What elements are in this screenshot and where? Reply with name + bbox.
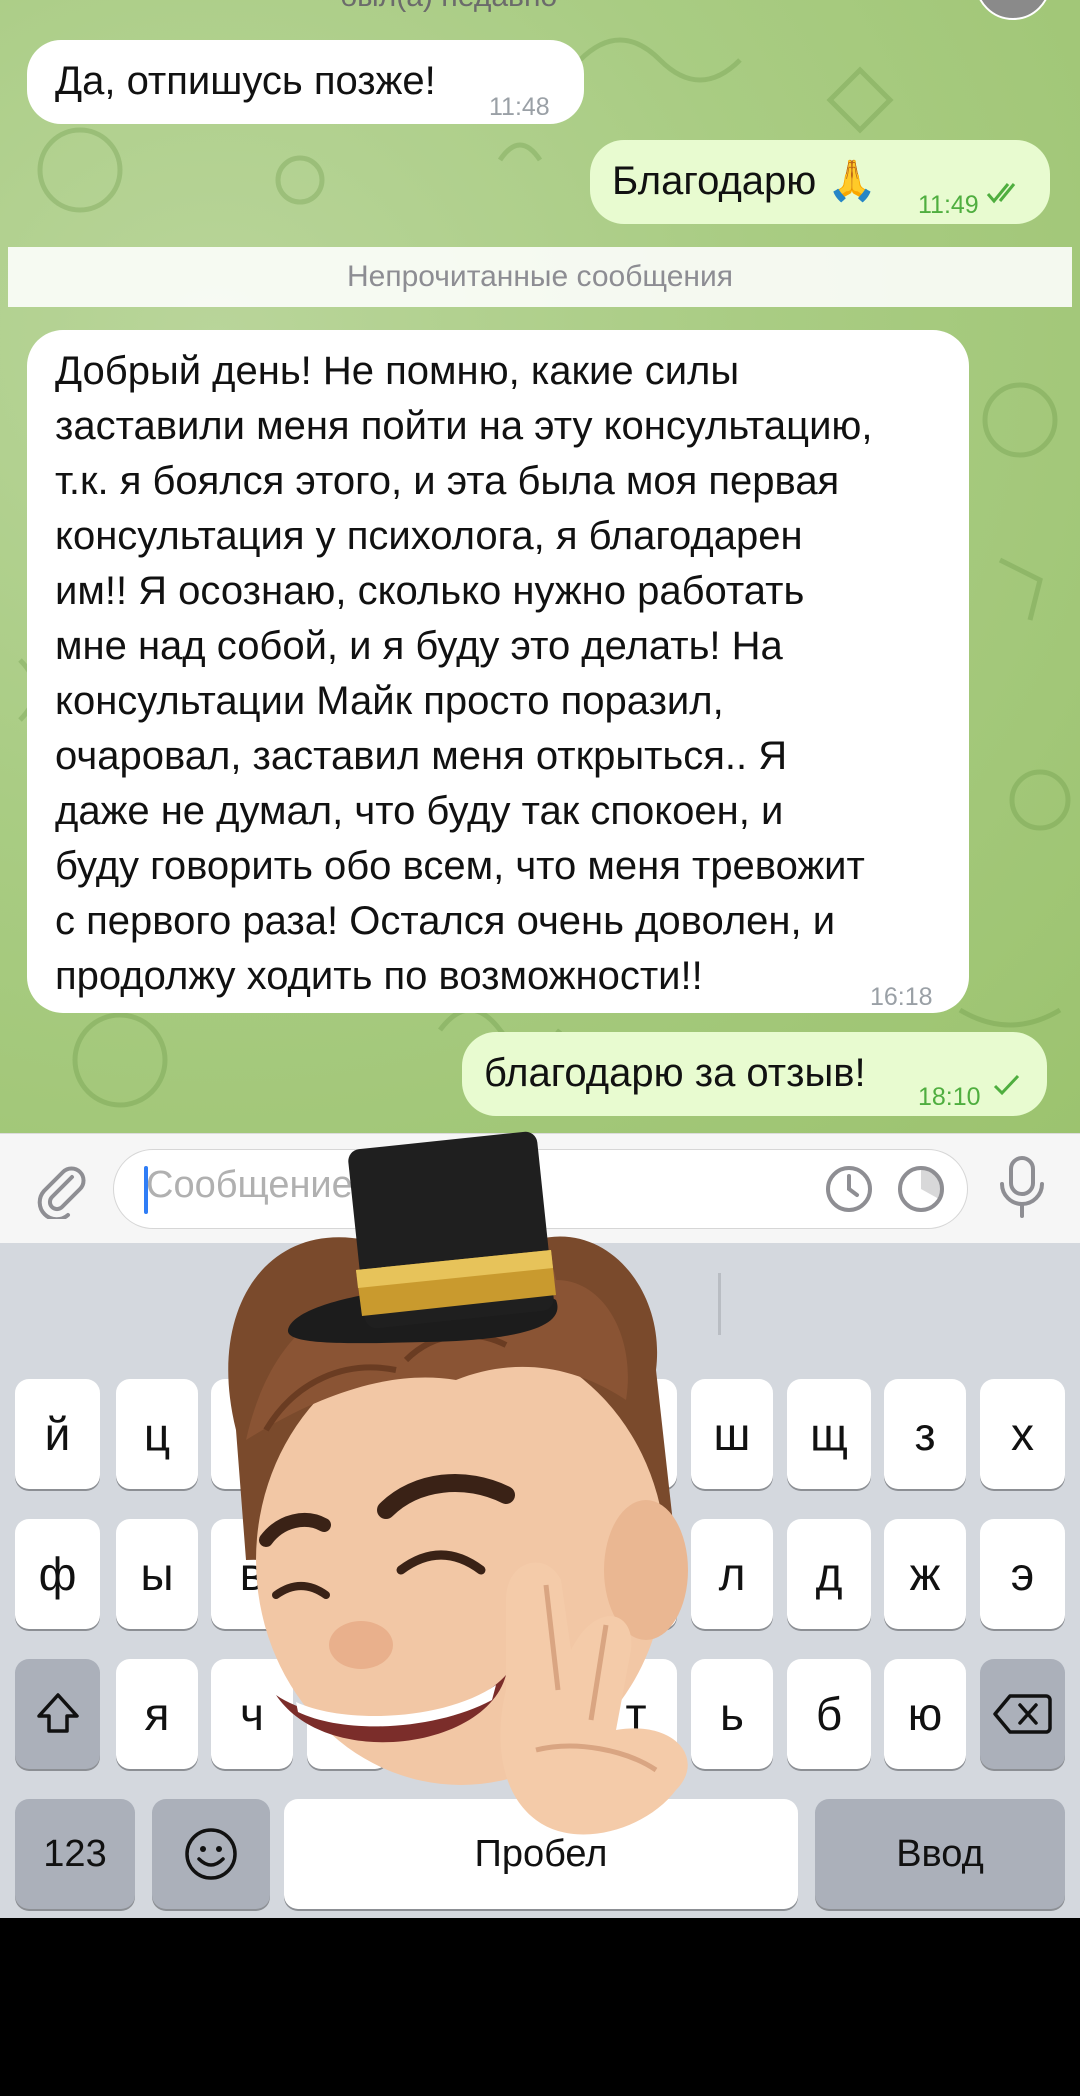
- key[interactable]: щ: [787, 1379, 871, 1489]
- read-receipt-icon: [986, 183, 1016, 204]
- shift-icon: [37, 1693, 79, 1733]
- message-line: даже не думал, что буду так спокоен, и: [55, 789, 784, 833]
- incoming-message[interactable]: Да, отпишусь позже! 11:48: [27, 40, 584, 124]
- sent-check-icon: [993, 1074, 1020, 1096]
- message-line: мне над собой, и я буду это делать! На: [55, 624, 783, 668]
- message-text: Да, отпишусь позже!: [55, 59, 436, 103]
- paperclip-icon[interactable]: [30, 1159, 90, 1219]
- message-line: с первого раза! Остался очень доволен, и: [55, 899, 836, 943]
- numbers-key[interactable]: 123: [15, 1799, 135, 1909]
- message-line: консультация у психолога, я благодарен: [55, 514, 803, 558]
- key[interactable]: ф: [15, 1519, 100, 1629]
- key[interactable]: й: [15, 1379, 100, 1489]
- shift-key[interactable]: [15, 1659, 100, 1769]
- return-key[interactable]: Ввод: [815, 1799, 1065, 1909]
- key[interactable]: х: [980, 1379, 1065, 1489]
- message-text: благодарю за отзыв!: [484, 1051, 866, 1095]
- key[interactable]: ю: [884, 1659, 966, 1769]
- key[interactable]: з: [884, 1379, 966, 1489]
- message-text: Добрый день! Не помню, какие силы застав…: [55, 344, 873, 1004]
- key[interactable]: я: [116, 1659, 198, 1769]
- clock-icon[interactable]: [822, 1162, 876, 1216]
- key[interactable]: ы: [116, 1519, 198, 1629]
- chat-history[interactable]: был(а) недавно Да, отпишусь позже! 11:48…: [0, 0, 1080, 1133]
- message-line: продолжу ходить по возможности!!: [55, 954, 703, 998]
- outgoing-message[interactable]: благодарю за отзыв! 18:10: [462, 1032, 1047, 1116]
- unread-divider: Непрочитанные сообщения: [8, 247, 1072, 307]
- memoji-sticker: [228, 1131, 688, 1835]
- chat-status-peek: был(а) недавно: [340, 0, 557, 14]
- backspace-key[interactable]: [980, 1659, 1065, 1769]
- message-line: буду говорить обо всем, что меня тревожи…: [55, 844, 865, 888]
- message-line: им!! Я осознаю, сколько нужно работать: [55, 569, 805, 613]
- message-line: т.к. я боялся этого, и эта была моя перв…: [55, 459, 840, 503]
- timer-icon[interactable]: [894, 1162, 948, 1216]
- key[interactable]: б: [787, 1659, 871, 1769]
- message-line: Добрый день! Не помню, какие силы: [55, 349, 740, 393]
- message-line: очаровал, заставил меня открыться.. Я: [55, 734, 788, 778]
- key[interactable]: ж: [884, 1519, 966, 1629]
- screen: был(а) недавно Да, отпишусь позже! 11:48…: [0, 0, 1080, 1918]
- message-time: 18:10: [918, 1083, 981, 1111]
- message-time: 11:48: [489, 93, 550, 121]
- message-time: 16:18: [870, 983, 933, 1011]
- backspace-icon: [993, 1694, 1052, 1734]
- key[interactable]: э: [980, 1519, 1065, 1629]
- message-time: 11:49: [918, 191, 979, 219]
- outgoing-message[interactable]: Благодарю 🙏 11:49: [590, 140, 1050, 224]
- message-line: заставили меня пойти на эту консультацию…: [55, 404, 873, 448]
- incoming-message[interactable]: Добрый день! Не помню, какие силы застав…: [27, 330, 969, 1013]
- key[interactable]: ц: [116, 1379, 198, 1489]
- message-line: консультации Майк просто поразил,: [55, 679, 724, 723]
- key[interactable]: д: [787, 1519, 871, 1629]
- microphone-icon[interactable]: [994, 1152, 1050, 1222]
- message-text: Благодарю 🙏: [612, 159, 878, 203]
